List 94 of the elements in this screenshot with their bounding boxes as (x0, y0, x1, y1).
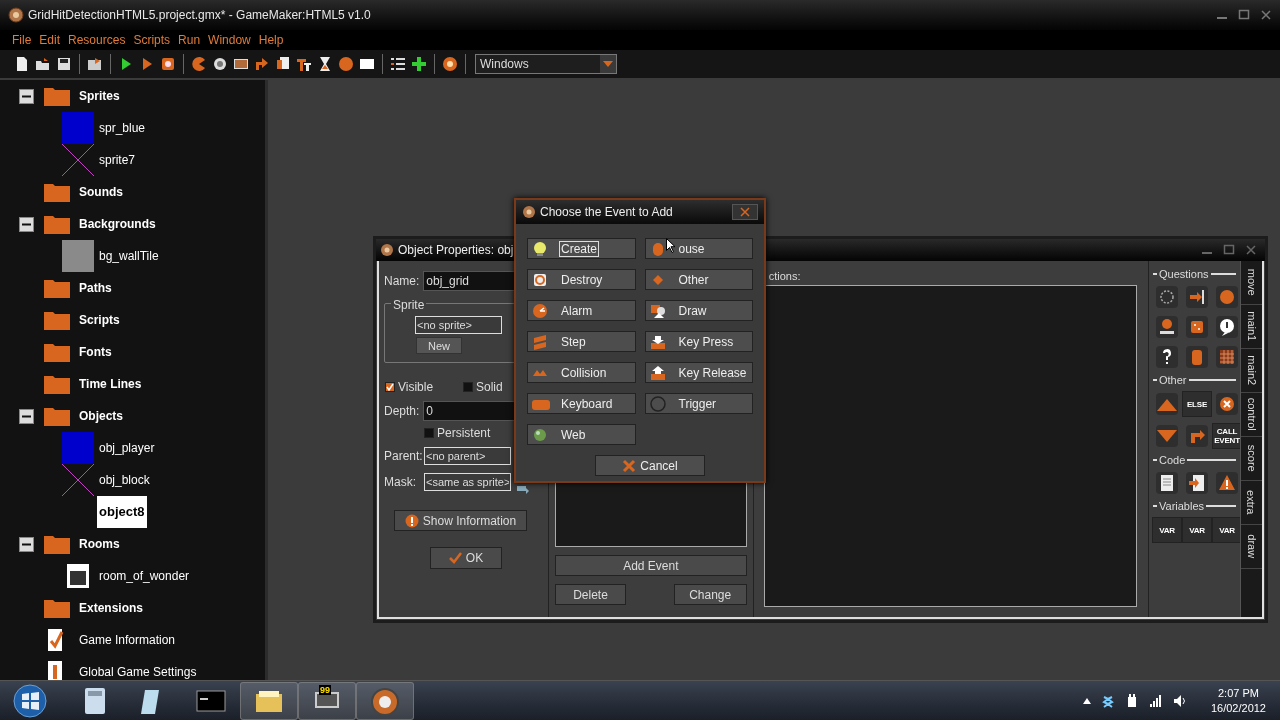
focus-outline: Step (560, 333, 587, 351)
checkbox-label: Visible (398, 379, 434, 396)
event-button[interactable]: Key Release (644, 362, 753, 383)
badge: 99 (319, 684, 331, 695)
focus-outline: Create (559, 240, 600, 257)
tree-item[interactable]: bg_wallTile (97, 247, 161, 265)
action-tile[interactable]: CALL EVENT (1213, 424, 1241, 448)
clock-time[interactable]: 2:07 PM (1218, 685, 1259, 701)
folder-label[interactable]: Backgrounds (79, 215, 156, 233)
section-label: Variables (1159, 498, 1205, 514)
folder-label[interactable]: Paths (79, 279, 112, 297)
clock-date[interactable]: 16/02/2012 (1210, 700, 1266, 716)
action-tile[interactable]: VAR (1183, 518, 1211, 542)
focus-outline: Draw (677, 302, 708, 320)
focus-outline: Key Release (677, 364, 748, 382)
target-dropdown[interactable]: Windows (475, 54, 617, 74)
focus-outline: Trigger (677, 395, 718, 413)
field-label: Mask: (384, 474, 417, 491)
action-tile[interactable]: VAR (1213, 518, 1241, 542)
focus-outline: Destroy (560, 271, 604, 289)
event-button[interactable]: Other (644, 269, 753, 290)
palette-tab[interactable]: main1 (1243, 311, 1260, 342)
folder-label[interactable]: Rooms (79, 535, 120, 553)
event-button[interactable]: Web (527, 424, 636, 445)
event-button[interactable]: Keyboard (527, 393, 636, 414)
window-title: GridHitDetectionHTML5.project.gmx* - GameMaker:HTML5 v1.0 (28, 7, 371, 24)
folder-label[interactable]: Sounds (79, 183, 123, 201)
tree-item[interactable]: obj_block (97, 471, 152, 489)
focus-outline: Keyboard (560, 395, 614, 413)
mask-field[interactable]: <same as sprite> (424, 473, 511, 491)
palette-tab[interactable]: control (1243, 398, 1260, 431)
tree-item[interactable]: Game Information (79, 631, 176, 649)
focus-outline: Other (677, 271, 710, 289)
section-label: Code (1159, 452, 1186, 468)
menu-item[interactable]: Help (258, 31, 284, 49)
focus-outline: ouse (677, 240, 706, 258)
tree-item[interactable]: room_of_wonder (97, 567, 192, 585)
folder-label[interactable]: Time Lines (79, 375, 142, 393)
folder-label[interactable]: Extensions (79, 599, 144, 617)
field-label: Parent: (384, 448, 422, 465)
event-button[interactable]: Step (527, 331, 636, 352)
delete-button[interactable]: Delete (555, 584, 626, 605)
dialog-title: Choose the Event to Add (540, 204, 673, 221)
tree-item[interactable]: object8 (97, 496, 147, 528)
event-button[interactable]: Collision (527, 362, 636, 383)
section-label: Questions (1159, 266, 1209, 282)
menu-item[interactable]: Scripts (133, 31, 171, 49)
action-tile[interactable]: VAR (1153, 518, 1181, 542)
menu-item[interactable]: Window (208, 31, 251, 49)
focus-outline: Key Press (677, 333, 735, 351)
tree-item[interactable]: obj_player (97, 439, 157, 457)
menu-item[interactable]: Resources (68, 31, 126, 49)
new-button[interactable]: New (416, 337, 462, 354)
focus-outline: Alarm (560, 302, 594, 320)
folder-label[interactable]: Fonts (79, 343, 112, 361)
event-button[interactable]: ouse (644, 238, 753, 259)
event-button[interactable]: Create (527, 238, 636, 259)
palette-tab[interactable]: main2 (1243, 355, 1260, 386)
target-dropdown-value: Windows (480, 56, 530, 73)
ok-button[interactable]: OK (430, 547, 502, 569)
folder-label[interactable]: Sprites (79, 87, 120, 105)
section-label: Other (1159, 372, 1187, 388)
folder-label[interactable]: Scripts (79, 311, 120, 329)
menu-item[interactable]: Edit (39, 31, 61, 49)
palette-tab[interactable]: move (1243, 269, 1260, 296)
change-button[interactable]: Change (673, 584, 747, 605)
window-title: Object Properties: obj (398, 242, 514, 259)
palette-tab[interactable]: extra (1243, 490, 1260, 515)
tree-item[interactable]: spr_blue (97, 119, 148, 137)
cancel-button[interactable]: Cancel (595, 455, 705, 476)
event-button[interactable]: Draw (644, 300, 753, 321)
checkbox-label: Persistent (437, 425, 491, 442)
action-tile[interactable]: ELSE (1183, 392, 1211, 416)
menu-item[interactable]: File (12, 31, 32, 49)
sprite-field[interactable]: <no sprite> (415, 316, 502, 334)
folder-label[interactable]: Objects (79, 407, 123, 425)
palette-tab[interactable]: score (1243, 445, 1260, 472)
menu-item[interactable]: Run (178, 31, 201, 49)
parent-field[interactable]: <no parent> (424, 447, 511, 465)
field-label: Name: (384, 273, 420, 290)
field-label: Depth: (384, 403, 420, 420)
event-button[interactable]: Alarm (527, 300, 636, 321)
tree-item[interactable]: Global Game Settings (79, 663, 197, 681)
event-button[interactable]: Key Press (644, 331, 753, 352)
show-information-button[interactable]: Show Information (394, 510, 527, 531)
focus-outline: Web (560, 426, 587, 444)
event-button[interactable]: Destroy (527, 269, 636, 290)
add-event-button[interactable]: Add Event (555, 555, 747, 576)
checkbox-label: Solid (476, 379, 503, 396)
tree-item[interactable]: sprite7 (97, 151, 138, 169)
actions-label: ctions: (767, 270, 802, 283)
event-button[interactable]: Trigger (644, 393, 753, 414)
palette-tab[interactable]: draw (1243, 534, 1260, 559)
focus-outline: Collision (560, 364, 608, 382)
